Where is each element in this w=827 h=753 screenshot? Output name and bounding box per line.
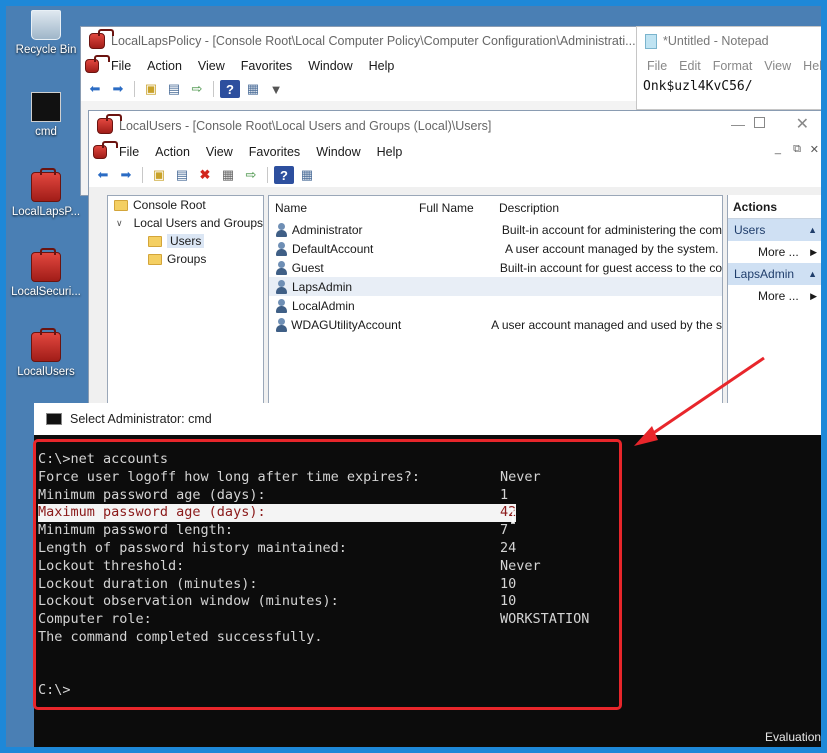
desktop: Recycle Bin cmd LocalLapsP... LocalSecur… [6, 6, 821, 747]
text-cursor-icon [511, 508, 515, 524]
evaluation-watermark: Evaluation [765, 730, 821, 744]
annotation-arrow [634, 356, 765, 446]
